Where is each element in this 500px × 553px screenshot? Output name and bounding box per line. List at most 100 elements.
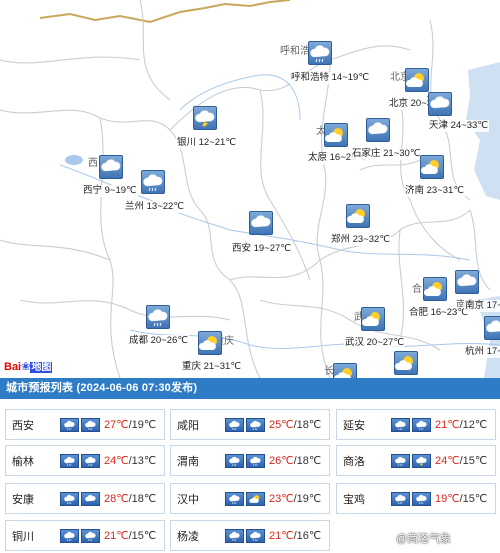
map-place-label: 呼和浩 xyxy=(280,46,310,57)
city-name: 商洛 xyxy=(343,455,365,468)
high-temperature: 27℃ xyxy=(104,419,129,431)
city-forecast-card[interactable]: 铜川 21℃/15℃ xyxy=(5,520,165,551)
rain-weather-icon xyxy=(391,453,410,468)
rain-weather-icon xyxy=(60,453,79,468)
high-temperature: 25℃ xyxy=(269,419,294,431)
baidu-map-logo: Bai❀地图 xyxy=(4,361,53,373)
city-forecast-card[interactable]: 安康 28℃/18℃ xyxy=(5,483,165,514)
city-name: 延安 xyxy=(343,419,365,432)
city-forecast-card[interactable]: 榆林 24℃/13℃ xyxy=(5,445,165,476)
sunny-cloud-weather-icon xyxy=(246,491,265,506)
map-place-label: 西 xyxy=(88,158,98,169)
city-forecast-label[interactable]: 武汉 20~27℃ xyxy=(344,337,405,349)
city-forecast-card[interactable]: 渭南 26℃/18℃ xyxy=(170,445,330,476)
rain-weather-icon xyxy=(225,453,244,468)
rain-weather-icon xyxy=(60,417,79,432)
low-temperature: 16℃ xyxy=(296,530,322,542)
city-forecast-label[interactable]: 石家庄 21~30℃ xyxy=(351,148,422,160)
rain-weather-icon xyxy=(81,528,100,543)
sunny-cloud-weather-icon[interactable] xyxy=(198,331,222,355)
cloudy-weather-icon[interactable] xyxy=(428,92,452,116)
city-forecast-label[interactable]: 西安 19~27℃ xyxy=(231,243,292,255)
low-temperature: 15℃ xyxy=(131,530,157,542)
city-forecast-label[interactable]: 呼和浩特 14~19℃ xyxy=(290,72,370,84)
rain-weather-icon xyxy=(60,528,79,543)
city-name: 铜川 xyxy=(12,530,34,543)
city-forecast-label[interactable]: 郑州 23~32℃ xyxy=(330,234,391,246)
forecast-list-title: 城市预报列表 (2024-06-06 07:30发布) xyxy=(0,378,500,399)
city-forecast-label[interactable]: 西宁 9~19℃ xyxy=(82,185,138,197)
rain-weather-icon xyxy=(81,417,100,432)
watermark: @商洛气象 xyxy=(396,533,452,545)
rain-weather-icon xyxy=(412,417,431,432)
high-temperature: 28℃ xyxy=(104,493,129,505)
thunder-weather-icon[interactable] xyxy=(193,106,217,130)
rain-weather-icon xyxy=(391,491,410,506)
rain-weather-icon xyxy=(246,528,265,543)
high-temperature: 24℃ xyxy=(104,455,129,467)
map-place-label: 合 xyxy=(412,284,422,295)
cloudy-weather-icon[interactable] xyxy=(484,316,500,340)
city-forecast-label[interactable]: 南京 17~26℃ xyxy=(464,300,500,312)
rain-weather-icon xyxy=(225,491,244,506)
city-forecast-label[interactable]: 天津 24~33℃ xyxy=(428,120,489,132)
low-temperature: 15℃ xyxy=(462,493,488,505)
city-forecast-label[interactable]: 兰州 13~22℃ xyxy=(124,201,185,213)
rain-weather-icon xyxy=(412,491,431,506)
sunny-cloud-weather-icon[interactable] xyxy=(423,277,447,301)
low-temperature: 13℃ xyxy=(131,455,157,467)
city-forecast-card[interactable]: 咸阳 25℃/18℃ xyxy=(170,409,330,440)
cloudy-weather-icon[interactable] xyxy=(249,211,273,235)
city-forecast-card[interactable]: 汉中 23℃/19℃ xyxy=(170,483,330,514)
sunny-cloud-weather-icon[interactable] xyxy=(405,68,429,92)
city-forecast-card[interactable]: 西安 27℃/19℃ xyxy=(5,409,165,440)
rain-weather-icon xyxy=(225,417,244,432)
sunny-cloud-weather-icon[interactable] xyxy=(333,363,357,378)
sunny-cloud-weather-icon[interactable] xyxy=(420,155,444,179)
cloudy-weather-icon xyxy=(81,491,100,506)
city-name: 汉中 xyxy=(177,493,199,506)
rain-weather-icon xyxy=(391,417,410,432)
low-temperature: 12℃ xyxy=(462,419,488,431)
sunny-cloud-weather-icon[interactable] xyxy=(361,307,385,331)
sunny-cloud-weather-icon[interactable] xyxy=(394,351,418,375)
cloudy-weather-icon[interactable] xyxy=(455,270,479,294)
high-temperature: 21℃ xyxy=(104,530,129,542)
city-name: 杨凌 xyxy=(177,530,199,543)
rain-weather-icon[interactable] xyxy=(146,305,170,329)
high-temperature: 23℃ xyxy=(269,493,294,505)
rain-weather-icon xyxy=(81,453,100,468)
high-temperature: 19℃ xyxy=(435,493,460,505)
low-temperature: 19℃ xyxy=(131,419,157,431)
high-temperature: 26℃ xyxy=(269,455,294,467)
city-forecast-label[interactable]: 济南 23~31℃ xyxy=(404,185,465,197)
high-temperature: 24℃ xyxy=(435,455,460,467)
rain-weather-icon xyxy=(246,453,265,468)
cloudy-weather-icon[interactable] xyxy=(366,118,390,142)
city-name: 咸阳 xyxy=(177,419,199,432)
cloudy-weather-icon[interactable] xyxy=(99,155,123,179)
city-name: 宝鸡 xyxy=(343,493,365,506)
high-temperature: 21℃ xyxy=(435,419,460,431)
city-forecast-card[interactable]: 杨凌 21℃/16℃ xyxy=(170,520,330,551)
city-forecast-label[interactable]: 成都 20~26℃ xyxy=(128,335,189,347)
sunny-cloud-weather-icon[interactable] xyxy=(346,204,370,228)
city-forecast-card[interactable]: 延安 21℃/12℃ xyxy=(336,409,496,440)
low-temperature: 15℃ xyxy=(462,455,488,467)
city-forecast-label[interactable]: 合肥 16~23℃ xyxy=(408,307,469,319)
low-temperature: 18℃ xyxy=(296,455,322,467)
sunny-cloud-weather-icon[interactable] xyxy=(324,123,348,147)
city-forecast-label[interactable]: 杭州 17~ xyxy=(464,346,500,358)
city-forecast-card[interactable]: 商洛 24℃/15℃ xyxy=(336,445,496,476)
city-forecast-card[interactable]: 宝鸡 19℃/15℃ xyxy=(336,483,496,514)
thunder-weather-icon xyxy=(412,453,431,468)
city-forecast-label[interactable]: 重庆 21~31℃ xyxy=(181,361,242,373)
high-temperature: 21℃ xyxy=(269,530,294,542)
weather-map[interactable]: 呼和浩北京天太西合南京武重庆长 呼和浩特 14~19℃北京 20~31℃天津 2… xyxy=(0,0,500,378)
rain-weather-icon[interactable] xyxy=(141,170,165,194)
rain-weather-icon xyxy=(60,491,79,506)
rain-weather-icon[interactable] xyxy=(308,41,332,65)
rain-weather-icon xyxy=(225,528,244,543)
low-temperature: 18℃ xyxy=(296,419,322,431)
city-forecast-label[interactable]: 银川 12~21℃ xyxy=(176,137,237,149)
